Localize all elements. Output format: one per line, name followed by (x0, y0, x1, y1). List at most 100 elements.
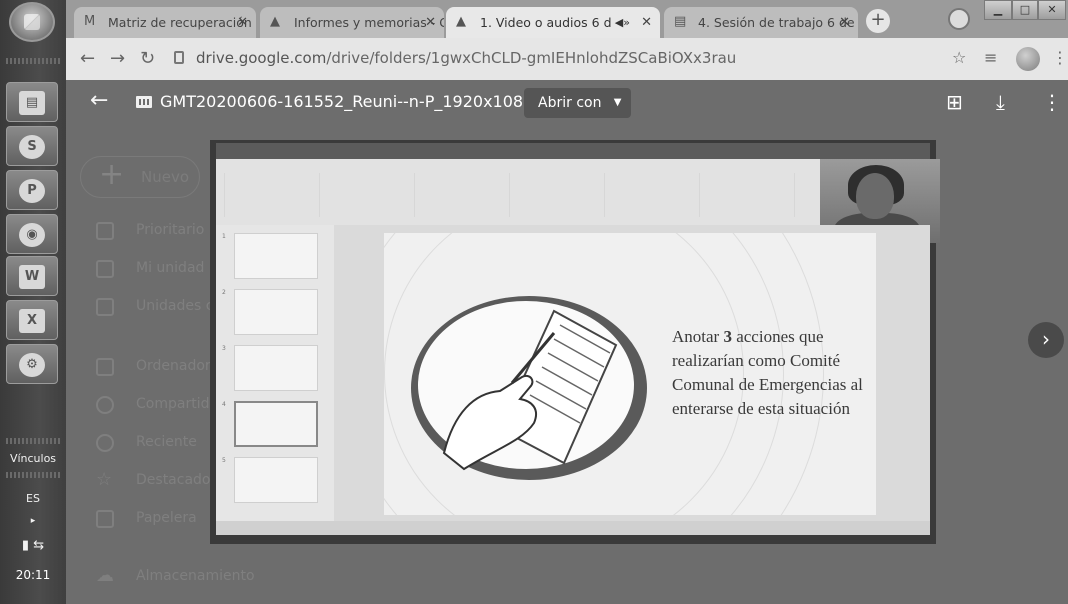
skype-app-button[interactable]: S (6, 126, 58, 166)
clock-icon (96, 434, 114, 452)
forward-arrow-icon[interactable]: → (110, 48, 125, 69)
new-button-label: Nuevo (141, 168, 190, 186)
docs-icon: ▤ (674, 14, 687, 29)
drive-nav-destacados: Destacados (136, 472, 218, 488)
preview-filename: GMT20200606-161552_Reuni--n-P_1920x1080.… (160, 92, 575, 111)
shared-drives-icon (96, 298, 114, 316)
computers-icon (96, 358, 114, 376)
video-ppt-statusbar (216, 521, 930, 535)
video-file-icon (136, 96, 152, 108)
tab-label: Matriz de recuperación H (108, 15, 256, 30)
word-icon: W (19, 265, 45, 289)
download-icon[interactable]: ⤓ (996, 90, 1005, 114)
printer-app-button[interactable]: ▤ (6, 82, 58, 122)
more-actions-icon[interactable]: ⋮ (1042, 90, 1062, 114)
powerpoint-app-button[interactable]: P (6, 170, 58, 210)
preview-header: ← GMT20200606-161552_Reuni--n-P_1920x108… (66, 80, 1068, 126)
chrome-menu-icon[interactable]: ⋮ (1052, 48, 1068, 67)
system-clock[interactable]: 20:11 (0, 568, 66, 582)
drive-nav-reciente: Reciente (136, 434, 197, 450)
thumb-number: 2 (222, 289, 226, 296)
star-icon: ☆ (96, 469, 113, 490)
slide-thumbnail (234, 233, 318, 279)
thumb-number: 3 (222, 345, 226, 352)
taskbar-grip (6, 438, 60, 444)
video-player[interactable]: 1 2 3 4 5 Anotar 3 acciones que realizar… (210, 140, 940, 544)
word-app-button[interactable]: W (6, 256, 58, 296)
open-with-button[interactable]: Abrir con ▼ (524, 88, 632, 118)
thumb-number: 5 (222, 457, 226, 464)
my-drive-icon (96, 260, 114, 278)
printer-icon: ▤ (19, 91, 45, 115)
close-tab-icon[interactable]: ✕ (425, 7, 436, 38)
vinculos-toolbar-label[interactable]: Vínculos (0, 452, 66, 465)
slide-thumbnail-selected (234, 401, 318, 447)
account-avatar[interactable] (1016, 47, 1040, 71)
tab-sesion-trabajo[interactable]: ▤ 4. Sesión de trabajo 6 de ✕ (664, 7, 858, 38)
new-tab-button[interactable]: + (866, 9, 890, 33)
thumb-number: 4 (222, 401, 226, 408)
back-arrow-icon[interactable]: ← (80, 48, 95, 69)
ribbon-groups (224, 173, 824, 217)
minimize-button[interactable]: ▁ (984, 0, 1012, 20)
start-button[interactable] (9, 2, 55, 42)
gmail-icon: M (84, 14, 96, 29)
bookmark-star-icon[interactable]: ☆ (952, 48, 966, 67)
tab-label: Informes y memorias - G (294, 15, 444, 30)
ppt-slide-canvas: Anotar 3 acciones que realizarían como C… (334, 225, 930, 521)
slide-thumbnails: 1 2 3 4 5 (216, 225, 334, 521)
address-bar-row: ← → ↻ drive.google.com/drive/folders/1gw… (66, 38, 1068, 80)
next-file-chevron-icon[interactable]: › (1028, 322, 1064, 358)
windows-taskbar: ▤ S P ◉ W X ⚙ Vínculos ES ▸ ▮ ⇆ 20:11 (0, 0, 66, 604)
browser-tab-strip: M Matriz de recuperación H ✕ ▲ Informes … (66, 0, 1068, 38)
hand-writing-notepad-illustration (411, 296, 647, 480)
trash-icon (96, 510, 114, 528)
close-tab-icon[interactable]: ✕ (641, 7, 652, 38)
chrome-app-button[interactable]: ◉ (6, 214, 58, 254)
lock-icon[interactable] (174, 51, 184, 64)
show-hidden-icons-arrow-icon[interactable]: ▸ (0, 516, 66, 526)
close-tab-icon[interactable]: ✕ (237, 7, 248, 38)
drive-nav-mi-unidad: Mi unidad (136, 260, 205, 276)
tab-matriz[interactable]: M Matriz de recuperación H ✕ (74, 7, 256, 38)
add-to-drive-icon[interactable]: ⊞ (946, 90, 963, 114)
excel-app-button[interactable]: X (6, 300, 58, 340)
webcam-person-face (856, 173, 894, 219)
close-tab-icon[interactable]: ✕ (839, 7, 850, 38)
current-slide: Anotar 3 acciones que realizarían como C… (384, 233, 876, 515)
reading-list-icon[interactable]: ≡ (984, 48, 997, 67)
maximize-button[interactable]: □ (1012, 0, 1038, 20)
url-field[interactable]: drive.google.com/drive/folders/1gwxChCLD… (196, 49, 736, 67)
reload-icon[interactable]: ↻ (140, 48, 155, 69)
profile-indicator-icon[interactable] (948, 8, 970, 30)
control-panel-app-button[interactable]: ⚙ (6, 344, 58, 384)
taskbar-grip (6, 472, 60, 478)
drive-icon: ▲ (456, 14, 466, 29)
tab-informes[interactable]: ▲ Informes y memorias - G ✕ (260, 7, 444, 38)
slide-text-bold: 3 (723, 327, 732, 346)
video-ppt-ribbon (216, 159, 940, 243)
priority-icon (96, 222, 114, 240)
slide-thumbnail (234, 345, 318, 391)
video-ppt-titlebar (216, 143, 930, 159)
new-button: + Nuevo (80, 156, 200, 198)
chrome-icon: ◉ (19, 223, 45, 247)
close-preview-back-arrow-icon[interactable]: ← (90, 88, 108, 113)
cloud-icon: ☁ (96, 565, 114, 586)
slide-thumbnail (234, 457, 318, 503)
url-host: drive.google.com (196, 49, 327, 67)
tray-icons[interactable]: ▮ ⇆ (0, 538, 66, 553)
control-panel-icon: ⚙ (19, 353, 45, 377)
powerpoint-icon: P (19, 179, 45, 203)
tab-label: 4. Sesión de trabajo 6 de (698, 15, 855, 30)
drive-icon: ▲ (270, 14, 280, 29)
shared-icon (96, 396, 114, 414)
open-with-label: Abrir con (538, 95, 602, 111)
close-window-button[interactable]: ✕ (1038, 0, 1066, 20)
tab-video-audios[interactable]: ▲ 1. Video o audios 6 d ◀» ✕ (446, 7, 660, 38)
drive-nav-prioritario: Prioritario (136, 222, 205, 238)
audio-playing-icon[interactable]: ◀» (615, 7, 630, 38)
url-path: /drive/folders/1gwxChCLD-gmIEHnlohdZSCaB… (326, 49, 737, 67)
drive-nav-almacenamiento: Almacenamiento (136, 568, 255, 584)
language-indicator[interactable]: ES (0, 492, 66, 505)
